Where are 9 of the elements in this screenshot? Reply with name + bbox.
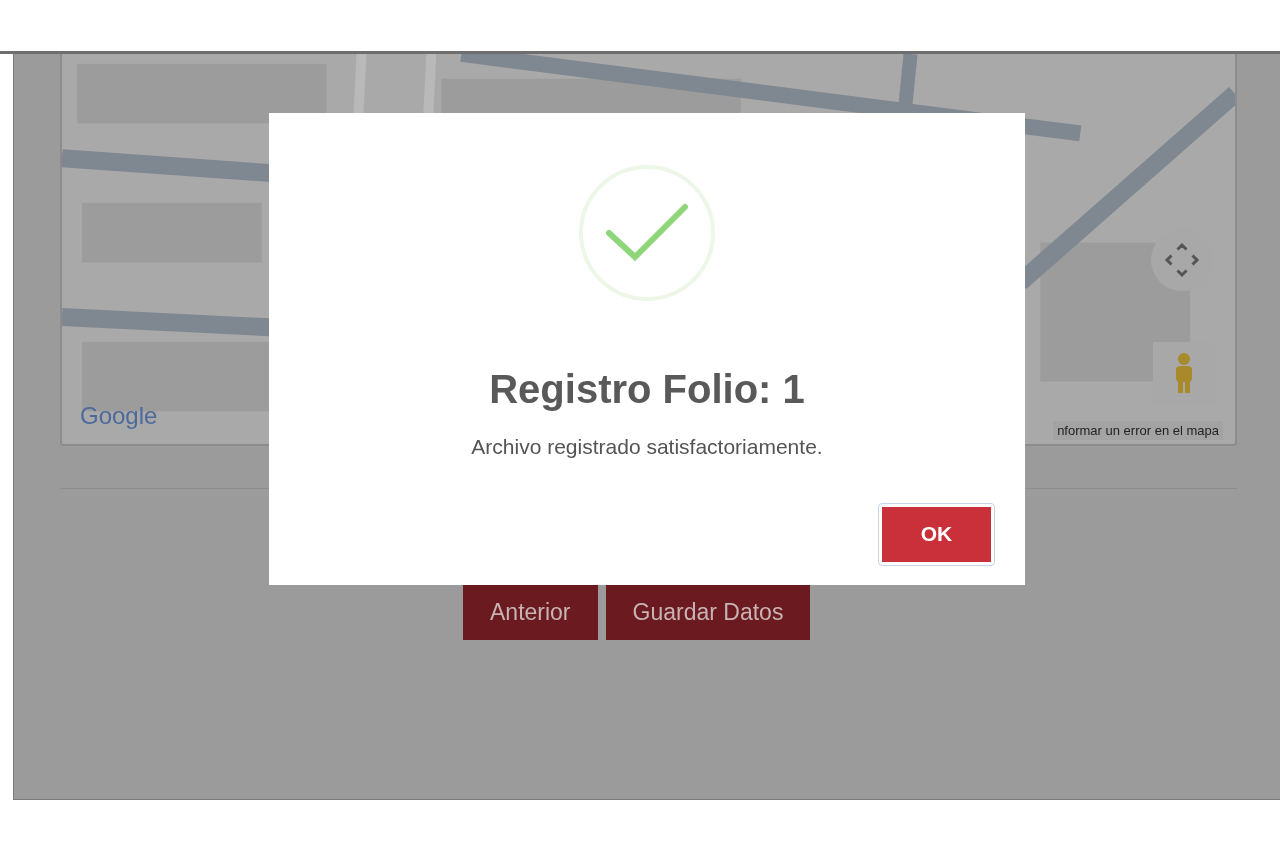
ok-button[interactable]: OK [882, 506, 991, 562]
report-map-error-link[interactable]: nformar un error en el mapa [1053, 420, 1223, 440]
dialog-title: Registro Folio: 1 [489, 366, 805, 413]
map-logo: Google [80, 401, 158, 431]
move-arrows-icon [1164, 242, 1200, 278]
form-button[interactable]: Guardar Datos [605, 584, 811, 640]
dialog-message: Archivo registrado satisfactoriamente. [471, 434, 823, 460]
form-button[interactable]: Anterior [463, 584, 598, 640]
success-check-icon [579, 165, 715, 301]
